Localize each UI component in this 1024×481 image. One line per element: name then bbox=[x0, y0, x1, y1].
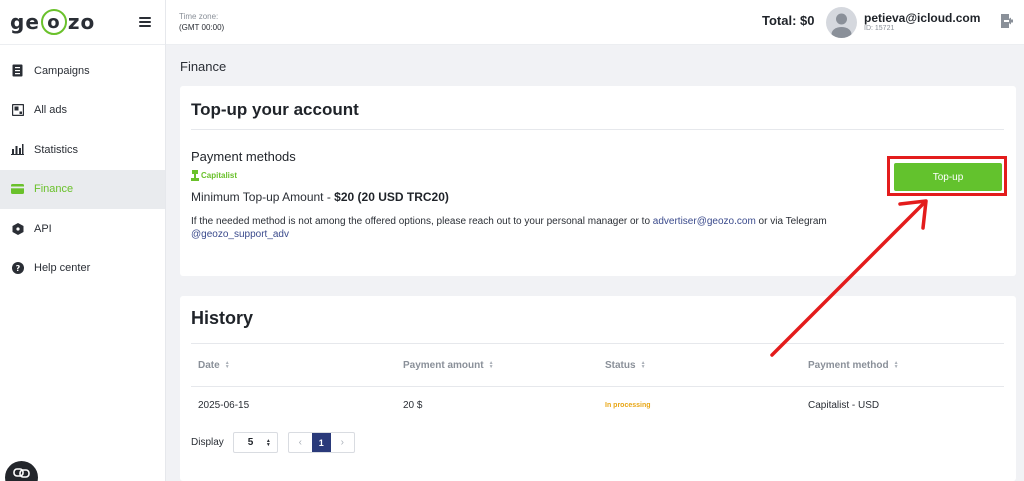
min-amount-label: Minimum Top-up Amount - bbox=[191, 190, 335, 204]
min-topup-amount: Minimum Top-up Amount - $20 (20 USD TRC2… bbox=[191, 190, 449, 204]
timezone-label: Time zone: bbox=[179, 12, 219, 21]
table-row: 2025-06-15 20 $ In processing Capitalist… bbox=[191, 387, 1004, 423]
prev-page-button[interactable]: ‹ bbox=[289, 433, 312, 452]
status-badge: In processing bbox=[605, 401, 651, 409]
api-icon bbox=[11, 222, 24, 235]
capitalist-logo-text: Capitalist bbox=[201, 171, 238, 180]
logo-text-suffix: zo bbox=[67, 10, 96, 34]
geozo-logo[interactable]: ge o zo bbox=[10, 9, 95, 35]
annotation-arrow-icon bbox=[770, 199, 928, 357]
capitalist-icon bbox=[191, 170, 199, 181]
logo-row: ge o zo bbox=[0, 0, 165, 45]
balance-total: Total: $0 bbox=[762, 13, 815, 28]
next-page-button[interactable]: › bbox=[331, 433, 354, 452]
user-id: ID: 15721 bbox=[864, 25, 895, 32]
cell-method: Capitalist - USD bbox=[808, 399, 880, 411]
sort-icon: ▲ ▼ bbox=[224, 360, 230, 370]
logout-icon[interactable] bbox=[1001, 14, 1013, 28]
sort-icon: ▲ ▼ bbox=[640, 360, 646, 370]
avatar[interactable] bbox=[826, 7, 857, 38]
timezone-display: Time zone: (GMT 00:00) bbox=[179, 11, 224, 33]
finance-icon bbox=[11, 183, 24, 196]
top-header: Time zone: (GMT 00:00) Total: $0 petieva… bbox=[166, 0, 1024, 45]
sidebar-item-help-center[interactable]: ? Help center bbox=[0, 249, 165, 289]
column-header-payment-amount[interactable]: Payment amount ▲ ▼ bbox=[403, 344, 494, 386]
ads-icon bbox=[11, 104, 24, 117]
min-amount-value: $20 (20 USD TRC20) bbox=[334, 190, 449, 204]
chat-support-icon[interactable] bbox=[5, 461, 38, 481]
telegram-support-link[interactable]: @geozo_support_adv bbox=[191, 229, 289, 240]
sidebar: ge o zo Campaigns All ads Statistics Finan… bbox=[0, 0, 166, 481]
sidebar-item-campaigns[interactable]: Campaigns bbox=[0, 51, 165, 91]
cell-date: 2025-06-15 bbox=[198, 399, 250, 411]
sidebar-item-api[interactable]: API bbox=[0, 209, 165, 249]
cell-amount: 20 $ bbox=[403, 399, 423, 411]
column-header-date[interactable]: Date ▲ ▼ bbox=[198, 344, 230, 386]
svg-text:?: ? bbox=[15, 264, 20, 273]
payment-methods-title: Payment methods bbox=[191, 149, 296, 164]
sidebar-item-label: Statistics bbox=[34, 143, 79, 156]
info-text: If the needed method is not among the of… bbox=[191, 216, 653, 227]
pagination: ‹ 1 › bbox=[287, 432, 355, 453]
campaigns-icon bbox=[11, 64, 24, 77]
statistics-icon bbox=[11, 143, 24, 156]
menu-toggle-icon[interactable] bbox=[139, 17, 151, 27]
display-label: Display bbox=[191, 437, 224, 448]
sidebar-item-label: Campaigns bbox=[34, 64, 90, 77]
pagination-bar: Display 5 ▲ ▼ ‹ 1 › bbox=[191, 432, 355, 453]
sidebar-item-all-ads[interactable]: All ads bbox=[0, 91, 165, 131]
page-size-value: 5 bbox=[247, 437, 254, 448]
timezone-value: (GMT 00:00) bbox=[179, 23, 225, 32]
page-title: Finance bbox=[180, 59, 227, 74]
sidebar-item-label: All ads bbox=[34, 104, 68, 117]
column-header-status[interactable]: Status ▲ ▼ bbox=[605, 344, 646, 386]
help-icon: ? bbox=[11, 262, 24, 275]
page-1-button[interactable]: 1 bbox=[311, 433, 331, 452]
topup-heading: Top-up your account bbox=[191, 100, 359, 119]
sidebar-item-statistics[interactable]: Statistics bbox=[0, 130, 165, 170]
sidebar-item-label: Finance bbox=[34, 183, 74, 196]
user-email[interactable]: petieva@icloud.com bbox=[864, 11, 980, 25]
capitalist-method-logo[interactable]: Capitalist bbox=[191, 170, 237, 181]
logo-text-prefix: ge bbox=[10, 10, 40, 34]
sidebar-item-finance[interactable]: Finance bbox=[0, 169, 165, 209]
topup-button[interactable]: Top-up bbox=[894, 163, 1002, 191]
sidebar-item-label: Help center bbox=[34, 262, 91, 275]
logo-text-mid: o bbox=[47, 11, 61, 33]
cell-status: In processing bbox=[605, 387, 651, 423]
page-size-select[interactable]: 5 ▲ ▼ bbox=[232, 432, 278, 453]
advertiser-email-link[interactable]: advertiser@geozo.com bbox=[653, 216, 756, 227]
logo-ring: o bbox=[40, 9, 67, 35]
sort-icon: ▲ ▼ bbox=[488, 360, 494, 370]
history-heading: History bbox=[191, 308, 254, 328]
divider bbox=[191, 129, 1004, 130]
select-arrows-icon: ▲ ▼ bbox=[265, 437, 271, 448]
sidebar-item-label: API bbox=[34, 222, 52, 235]
